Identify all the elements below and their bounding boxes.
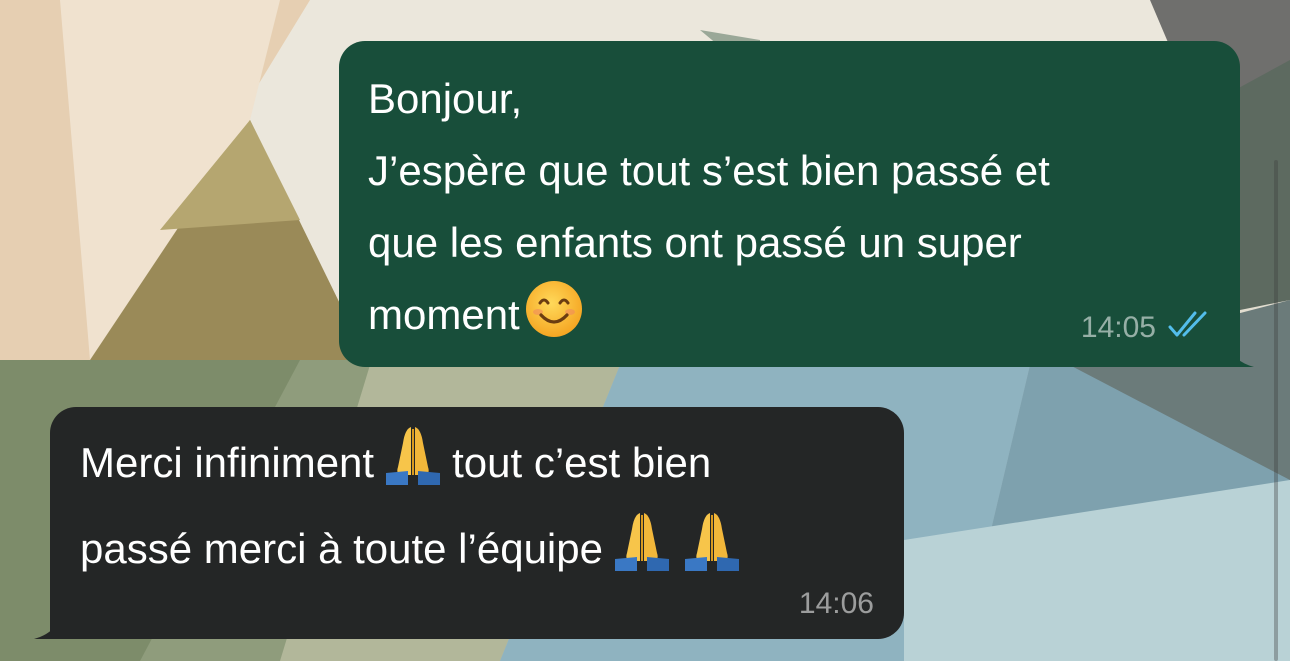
bubble-tail xyxy=(1224,343,1254,367)
message-text-line: J’espère que tout s’est bien passé et xyxy=(368,147,1050,194)
smiling-face-icon xyxy=(524,279,584,361)
message-text-line: moment xyxy=(368,291,520,338)
message-text-line: Bonjour, xyxy=(368,75,523,122)
message-text-line: que les enfants ont passé un super xyxy=(368,219,1022,266)
scrollbar[interactable] xyxy=(1274,160,1278,661)
folded-hands-icon xyxy=(677,509,747,595)
message-bubble-incoming[interactable]: Merci infiniment tout c’est bien passé m… xyxy=(34,407,904,639)
double-check-read-icon xyxy=(1166,309,1212,347)
message-text: passé merci à toute l’équipe xyxy=(80,525,603,572)
message-time: 14:06 xyxy=(798,587,874,620)
message-text-line-with-emoji: passé merci à toute l’équipe xyxy=(80,509,874,595)
message-meta: 14:05 xyxy=(1081,309,1212,347)
bubble-tail xyxy=(34,615,64,639)
folded-hands-icon xyxy=(607,509,677,595)
message-text: tout c’est bien xyxy=(452,439,712,486)
message-text: Merci infiniment xyxy=(80,439,375,486)
folded-hands-icon xyxy=(378,423,448,509)
message-time: 14:05 xyxy=(1080,311,1156,344)
message-bubble-outgoing[interactable]: Bonjour, J’espère que tout s’est bien pa… xyxy=(339,41,1254,367)
message-text-line-with-emoji: Merci infiniment tout c’est bien xyxy=(80,423,874,509)
